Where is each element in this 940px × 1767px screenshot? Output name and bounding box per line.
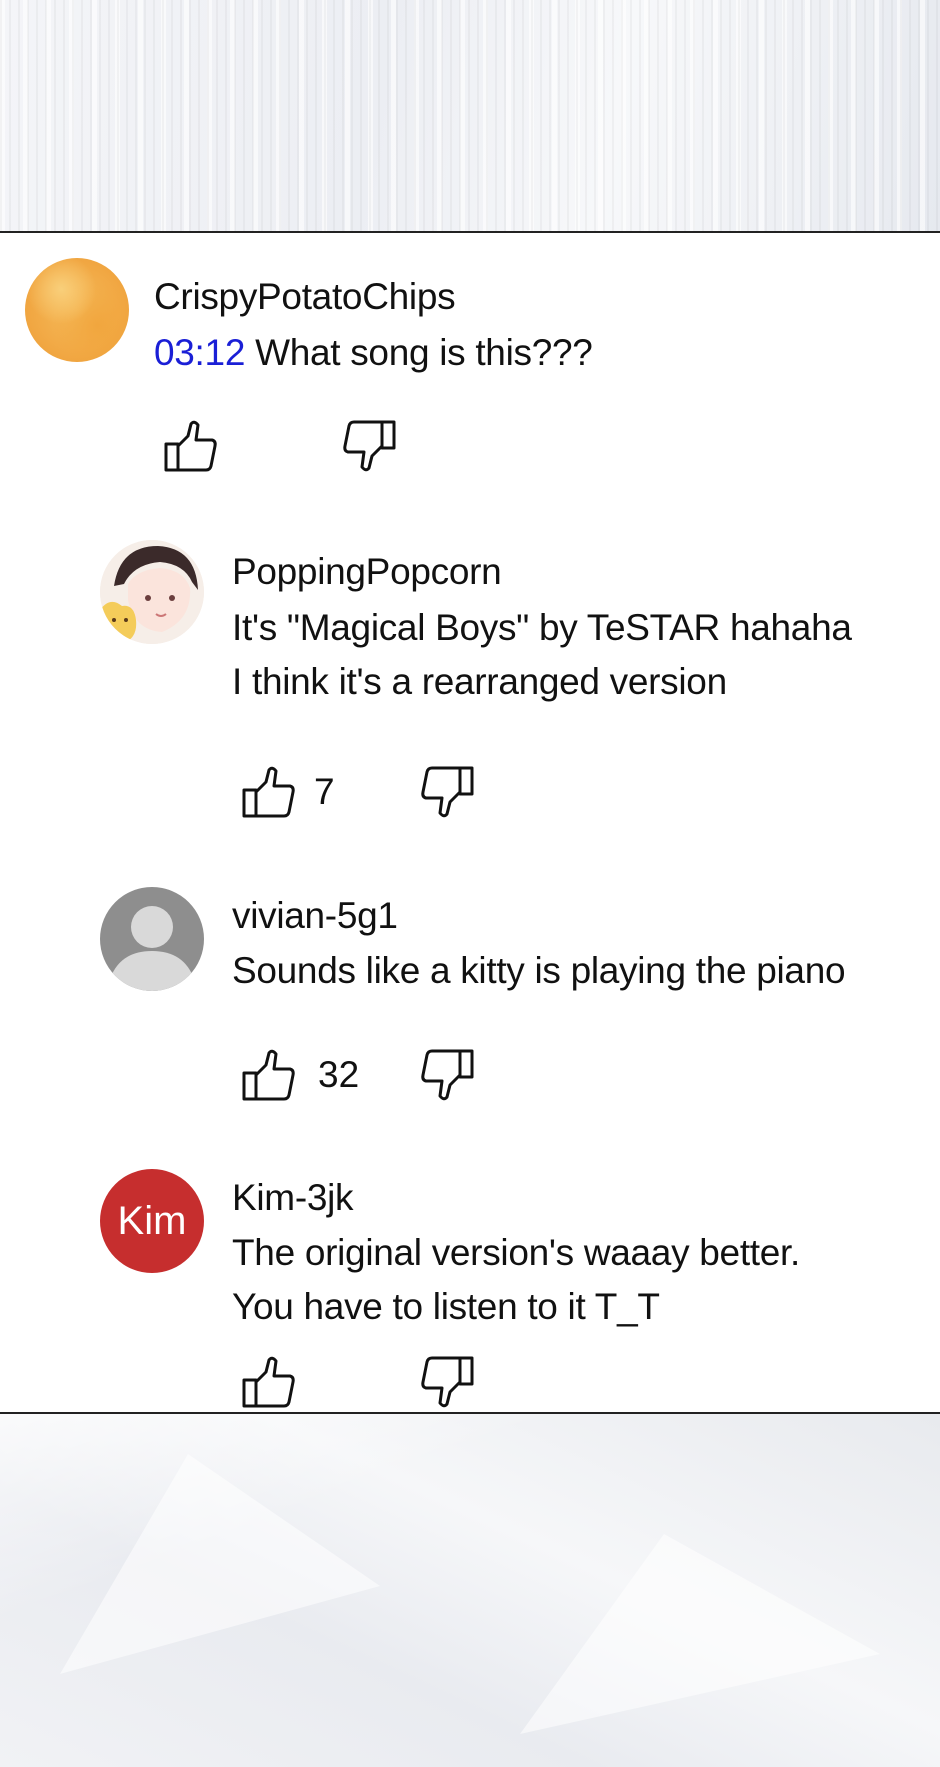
comment-body: What song is this???: [255, 332, 593, 373]
like-count: 32: [318, 1054, 360, 1095]
avatar-initials: Kim: [117, 1199, 187, 1243]
comment-body-line: The original version's waaay better.: [232, 1232, 801, 1273]
background-top: [0, 0, 940, 233]
thumbs-up-icon[interactable]: [160, 416, 220, 476]
background-bottom: [0, 1412, 940, 1767]
comment-username[interactable]: Kim-3jk: [232, 1177, 354, 1219]
default-user-avatar[interactable]: [100, 887, 204, 991]
comment-body-line: It's "Magical Boys" by TeSTAR hahaha: [232, 607, 852, 648]
thumbs-up-icon[interactable]: [238, 1045, 298, 1105]
timestamp-link[interactable]: 03:12: [154, 332, 245, 373]
thumbs-down-icon[interactable]: [418, 762, 478, 822]
thumbs-down-icon[interactable]: [340, 416, 400, 476]
person-icon: [110, 906, 194, 991]
thumbs-up-icon[interactable]: [238, 762, 298, 822]
comment-actions: 32: [238, 1045, 498, 1105]
anime-character-avatar[interactable]: [100, 540, 204, 644]
kim-initials-avatar[interactable]: Kim: [100, 1169, 204, 1273]
comment-actions: [160, 416, 420, 476]
thumbs-down-icon[interactable]: [418, 1352, 478, 1412]
potato-chips-avatar[interactable]: [25, 258, 129, 362]
thumbs-up-icon[interactable]: [238, 1352, 298, 1412]
comment-text: 03:12 What song is this???: [154, 326, 593, 380]
thumbs-down-icon[interactable]: [418, 1045, 478, 1105]
comment-body-line: Sounds like a kitty is playing the piano: [232, 950, 846, 991]
comment-actions: 7: [238, 762, 498, 822]
comment-actions: [238, 1352, 498, 1412]
comment-username[interactable]: vivian-5g1: [232, 895, 398, 937]
comment-username[interactable]: PoppingPopcorn: [232, 551, 502, 593]
comment-username[interactable]: CrispyPotatoChips: [154, 276, 456, 318]
background-shard: [520, 1534, 880, 1734]
comment-body-line: You have to listen to it T_T: [232, 1286, 660, 1327]
avatar-illustration: [100, 540, 204, 644]
background-shard: [60, 1454, 380, 1674]
comment-body-line: I think it's a rearranged version: [232, 661, 727, 702]
like-count: 7: [314, 771, 335, 812]
